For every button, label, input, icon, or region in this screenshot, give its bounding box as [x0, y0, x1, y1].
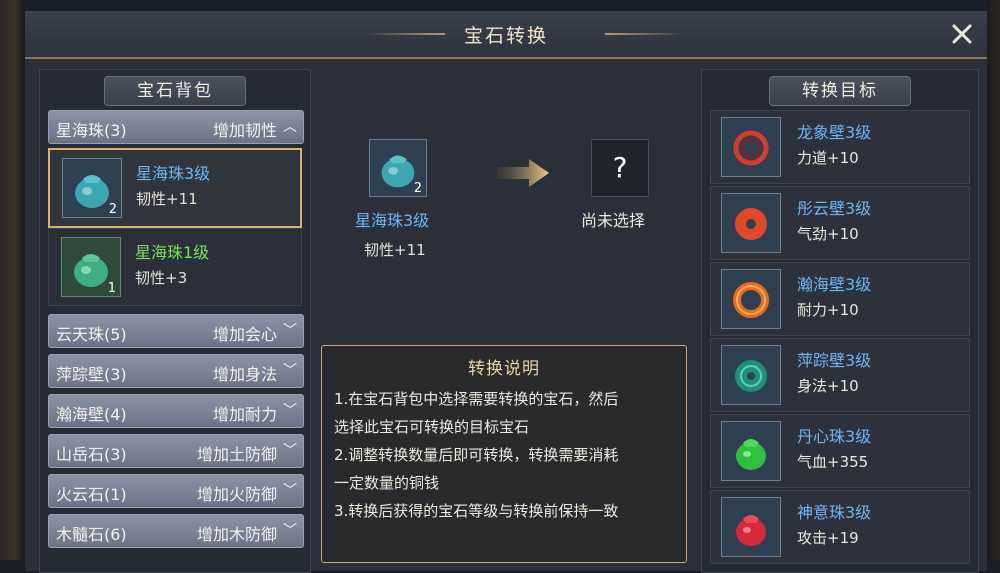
- title-bar: 宝石转换: [25, 11, 987, 59]
- gem-name: 丹心珠3级: [797, 427, 872, 446]
- title-ornament-right: [605, 33, 685, 35]
- target-gem-slot[interactable]: ?: [591, 139, 649, 197]
- gem-effect: 韧性+11: [136, 190, 198, 208]
- gem-name: 星海珠1级: [135, 243, 210, 262]
- category-desc: 增加土防御: [196, 445, 277, 464]
- explanation-line: 2.调整转换数量后即可转换，转换需要消耗: [334, 446, 619, 464]
- gem-effect: 身法+10: [797, 377, 859, 395]
- close-button[interactable]: [945, 17, 979, 51]
- bag-item-selected[interactable]: 2 星海珠3级 韧性+11: [48, 148, 302, 228]
- chevron-down-icon: ﹀: [283, 363, 297, 379]
- gem-slot: [721, 117, 781, 177]
- gem-effect: 韧性+3: [135, 269, 188, 287]
- bag-item[interactable]: 1 星海珠1级 韧性+3: [48, 228, 302, 306]
- gem-slot: [721, 193, 781, 253]
- red-disc-gem-icon: [735, 208, 767, 240]
- background-left-edge: [0, 0, 24, 560]
- category-desc: 增加木防御: [196, 525, 277, 544]
- gem-slot: 1: [61, 237, 121, 297]
- target-gem-row[interactable]: 神意珠3级 攻击+19: [710, 490, 970, 564]
- gem-slot: [721, 345, 781, 405]
- conversion-area: 2 星海珠3级 韧性+11 ? 尚未选择 转换说明 1.在宝石背包中选择需要转换…: [315, 69, 695, 571]
- explanation-title: 转换说明: [468, 359, 540, 379]
- category-name: 星海珠(3): [56, 121, 127, 140]
- close-icon: [952, 24, 972, 44]
- target-gem-row[interactable]: 龙象壁3级 力道+10: [710, 110, 970, 184]
- question-mark-icon: ?: [612, 151, 628, 184]
- conversion-target-header: 转换目标: [769, 76, 911, 106]
- gem-bag-panel: 宝石背包 星海珠(3) 增加韧性 ︿ 2 星海珠3级 韧性+11 1 星海珠1级…: [39, 69, 311, 573]
- category-desc: 增加耐力: [212, 405, 277, 424]
- chevron-down-icon: ﹀: [283, 323, 297, 339]
- orange-ring-gem-icon: [733, 282, 769, 318]
- source-gem-name: 星海珠3级: [355, 211, 430, 230]
- gem-name: 星海珠3级: [136, 164, 211, 183]
- source-gem-count: 2: [413, 181, 422, 196]
- category-row[interactable]: 山岳石(3) 增加土防御 ﹀: [48, 434, 304, 468]
- gem-count: 2: [108, 202, 117, 217]
- category-desc: 增加火防御: [196, 485, 277, 504]
- target-gem-row[interactable]: 丹心珠3级 气血+355: [710, 414, 970, 488]
- category-row[interactable]: 萍踪壁(3) 增加身法 ﹀: [48, 354, 304, 388]
- explanation-line: 选择此宝石可转换的目标宝石: [334, 418, 530, 436]
- category-expanded[interactable]: 星海珠(3) 增加韧性 ︿: [48, 110, 304, 144]
- green-pouch-gem-icon: [736, 439, 766, 470]
- category-desc: 增加韧性: [212, 121, 277, 140]
- gem-effect: 攻击+19: [797, 529, 859, 547]
- gem-effect: 气劲+10: [797, 225, 859, 243]
- target-gem-row[interactable]: 瀚海壁3级 耐力+10: [710, 262, 970, 336]
- category-row[interactable]: 云天珠(5) 增加会心 ﹀: [48, 314, 304, 348]
- gem-name: 瀚海壁3级: [797, 275, 872, 294]
- gem-effect: 耐力+10: [797, 301, 859, 319]
- chevron-down-icon: ﹀: [283, 443, 297, 459]
- target-not-selected-label: 尚未选择: [581, 211, 646, 230]
- teal-disc-gem-icon: [735, 360, 767, 392]
- category-name: 山岳石(3): [56, 445, 127, 464]
- category-name: 云天珠(5): [56, 325, 127, 344]
- gem-slot: [721, 497, 781, 557]
- gem-name: 彤云壁3级: [797, 199, 872, 218]
- window-title: 宝石转换: [463, 25, 548, 47]
- source-gem-effect: 韧性+11: [364, 241, 426, 259]
- conversion-target-panel: 转换目标 龙象壁3级 力道+10 彤云壁3级 气劲+10 瀚海壁3级 耐力+10…: [701, 69, 979, 573]
- explanation-line: 1.在宝石背包中选择需要转换的宝石，然后: [334, 390, 619, 408]
- category-row[interactable]: 瀚海壁(4) 增加耐力 ﹀: [48, 394, 304, 428]
- background-right-edge: [986, 0, 1000, 560]
- gem-name: 神意珠3级: [797, 503, 872, 522]
- category-row[interactable]: 火云石(1) 增加火防御 ﹀: [48, 474, 304, 508]
- chevron-up-icon: ︿: [283, 119, 297, 135]
- conversion-explanation-box: 转换说明 1.在宝石背包中选择需要转换的宝石，然后 选择此宝石可转换的目标宝石 …: [321, 345, 687, 563]
- category-name: 木髓石(6): [56, 525, 127, 544]
- gem-conversion-window: 宝石转换 宝石背包 星海珠(3) 增加韧性 ︿ 2 星海珠3级 韧性+11 1 …: [24, 10, 988, 573]
- gem-name: 龙象壁3级: [797, 123, 872, 142]
- gem-effect: 气血+355: [797, 453, 869, 471]
- gem-effect: 力道+10: [797, 149, 859, 167]
- explanation-line: 3.转换后获得的宝石等级与转换前保持一致: [334, 502, 619, 520]
- category-name: 瀚海壁(4): [56, 405, 127, 424]
- chevron-down-icon: ﹀: [283, 483, 297, 499]
- target-gem-row[interactable]: 萍踪壁3级 身法+10: [710, 338, 970, 412]
- category-name: 萍踪壁(3): [56, 365, 127, 384]
- gem-bag-header: 宝石背包: [104, 76, 246, 106]
- category-desc: 增加会心: [212, 325, 277, 344]
- source-gem-slot[interactable]: 2: [369, 139, 427, 197]
- chevron-down-icon: ﹀: [283, 403, 297, 419]
- red-ring-gem-icon: [733, 130, 769, 166]
- red-pouch-gem-icon: [736, 515, 766, 546]
- explanation-line: 一定数量的铜钱: [334, 474, 440, 492]
- gem-slot: [721, 269, 781, 329]
- category-desc: 增加身法: [212, 365, 277, 384]
- gem-name: 萍踪壁3级: [797, 351, 872, 370]
- chevron-down-icon: ﹀: [283, 523, 297, 539]
- arrow-right-icon: [497, 159, 549, 187]
- target-gem-row[interactable]: 彤云壁3级 气劲+10: [710, 186, 970, 260]
- gem-slot: [721, 421, 781, 481]
- category-name: 火云石(1): [56, 485, 127, 504]
- gem-slot: 2: [62, 158, 122, 218]
- category-row[interactable]: 木髓石(6) 增加木防御 ﹀: [48, 514, 304, 548]
- gem-count: 1: [107, 281, 116, 296]
